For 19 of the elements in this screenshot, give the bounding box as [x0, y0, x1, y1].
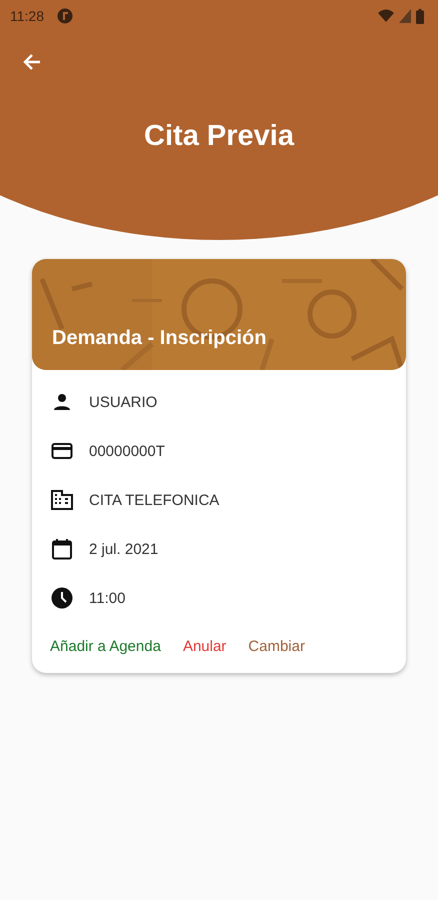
detail-text: 00000000T [89, 442, 165, 460]
detail-text: CITA TELEFONICA [89, 492, 220, 508]
action-button[interactable]: Anular [182, 638, 226, 655]
wifi-icon [378, 9, 394, 23]
status-time: 11:28 [10, 8, 44, 24]
battery-icon [416, 8, 424, 24]
building-icon [50, 488, 74, 512]
detail-text: 11:00 [89, 590, 126, 606]
detail-text: USUARIO [89, 394, 158, 410]
detail-text: 2 jul. 2021 [89, 540, 158, 558]
notification-icon [57, 8, 73, 24]
page-title: Cita Previa [144, 120, 294, 153]
calendar-icon [50, 537, 74, 561]
clock-icon [50, 586, 74, 610]
card-title: Demanda - Inscripción [52, 327, 266, 350]
action-button[interactable]: Cambiar [248, 638, 305, 655]
signal-icon [399, 9, 411, 23]
back-arrow-icon [22, 52, 42, 72]
action-button[interactable]: Añadir a Agenda [50, 638, 161, 655]
